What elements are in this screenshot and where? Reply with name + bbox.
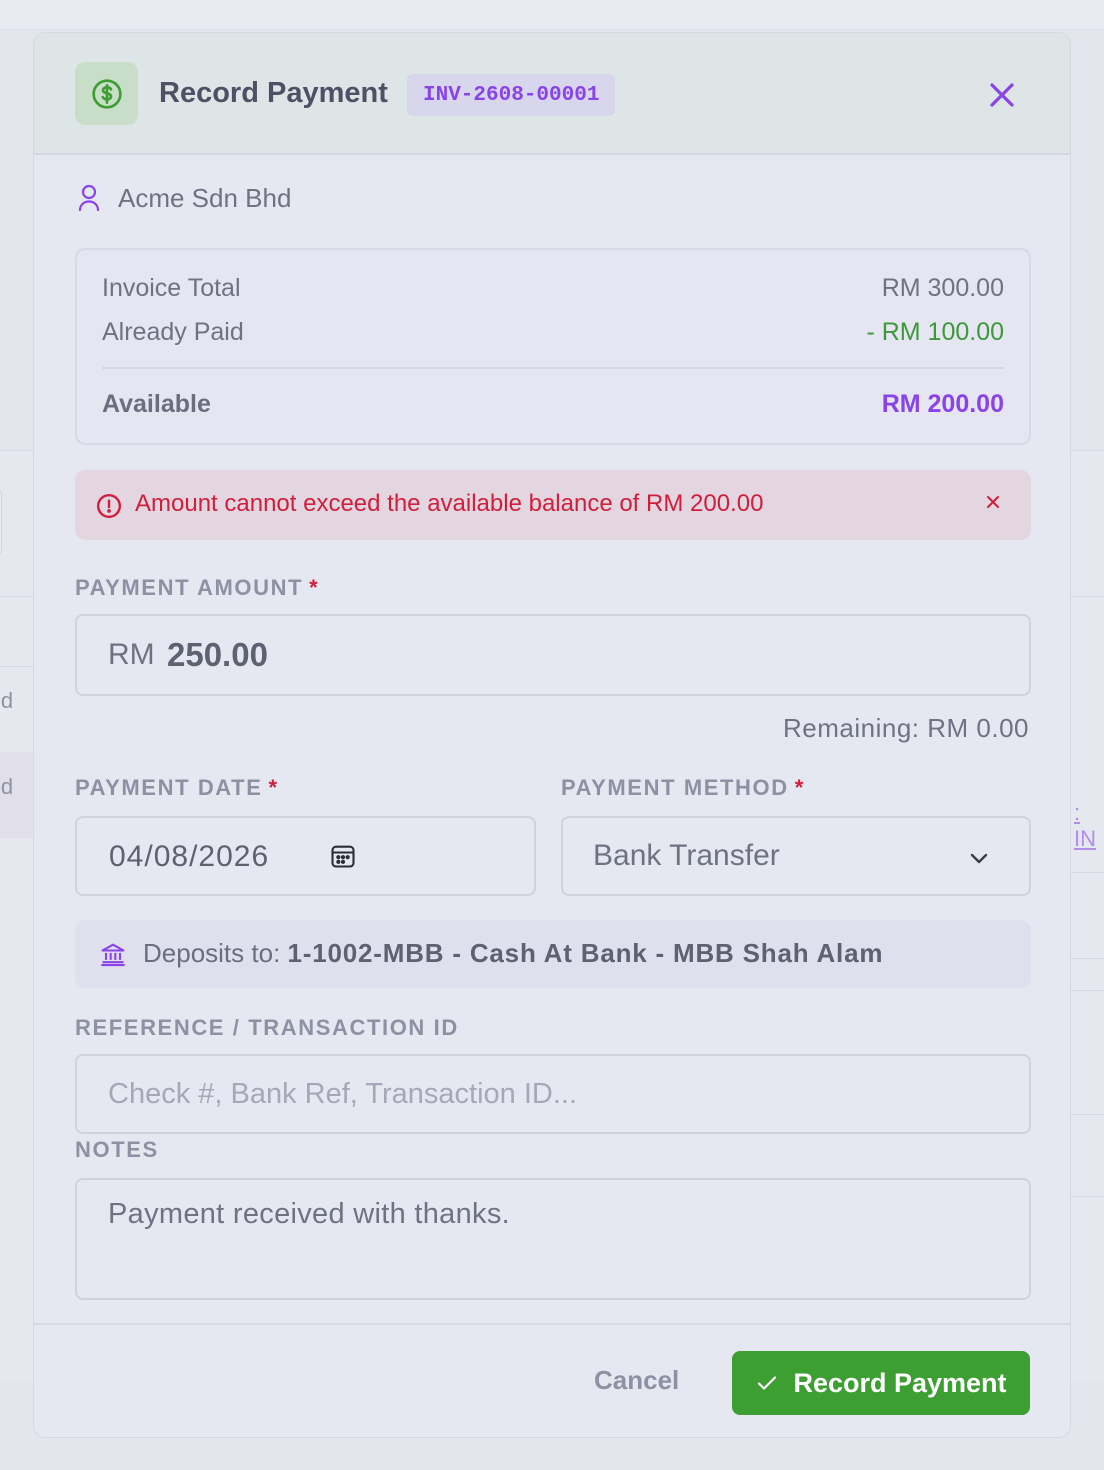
deposit-label-text: Deposits to:	[143, 938, 288, 968]
deposit-label: Deposits to: 1-1002-MBB - Cash At Bank -…	[143, 938, 883, 969]
notes-label: NOTES	[75, 1137, 159, 1162]
notes-value: Payment received with thanks.	[108, 1198, 510, 1230]
payment-method-value: Bank Transfer	[593, 839, 780, 872]
payment-date-label-text: PAYMENT DATE	[75, 775, 263, 800]
background-divider	[0, 596, 34, 597]
error-alert: Amount cannot exceed the available balan…	[75, 470, 1031, 540]
background-divider	[1071, 1114, 1104, 1115]
bank-icon	[101, 943, 125, 967]
payment-method-label: PAYMENT METHOD *	[561, 775, 805, 801]
deposit-account-info: Deposits to: 1-1002-MBB - Cash At Bank -…	[75, 920, 1031, 988]
reference-input[interactable]: Check #, Bank Ref, Transaction ID...	[75, 1054, 1031, 1134]
background-divider	[1071, 958, 1104, 959]
background-divider	[1071, 990, 1104, 991]
payment-method-select[interactable]: Bank Transfer	[561, 816, 1031, 896]
modal-title: Record Payment	[159, 77, 388, 109]
currency-prefix: RM	[108, 638, 155, 671]
record-payment-modal: Record Payment INV-2608-00001 Acme Sdn B…	[33, 32, 1071, 1438]
modal-header: Record Payment INV-2608-00001	[34, 33, 1070, 155]
payment-amount-label: PAYMENT AMOUNT *	[75, 575, 319, 601]
modal-footer: Cancel Record Payment	[34, 1323, 1070, 1437]
required-marker: *	[268, 775, 279, 800]
invoice-total-row: Invoice Total RM 300.00	[102, 274, 1004, 303]
reference-placeholder: Check #, Bank Ref, Transaction ID...	[108, 1078, 578, 1110]
background-divider	[1071, 596, 1104, 597]
deposit-account: 1-1002-MBB - Cash At Bank - MBB Shah Ala…	[287, 938, 884, 968]
user-icon	[78, 184, 100, 212]
record-payment-button[interactable]: Record Payment	[732, 1351, 1030, 1415]
close-icon	[987, 496, 999, 508]
cancel-button[interactable]: Cancel	[594, 1365, 679, 1396]
available-value: RM 200.00	[881, 390, 1004, 418]
background-divider	[1071, 872, 1104, 873]
payment-method-label-text: PAYMENT METHOD	[561, 775, 789, 800]
reference-label: REFERENCE / TRANSACTION ID	[75, 1015, 459, 1040]
background-top-bar	[0, 0, 1104, 30]
payment-date-label: PAYMENT DATE *	[75, 775, 279, 801]
alert-dismiss-button[interactable]	[983, 492, 1003, 512]
customer-name: Acme Sdn Bhd	[118, 182, 292, 213]
payment-date-value: 04/08/2026	[109, 840, 270, 873]
check-icon	[758, 1376, 777, 1390]
remaining-balance: Remaining: RM 0.00	[783, 713, 1029, 743]
background-divider	[1071, 1196, 1104, 1197]
payment-amount-value: 250.00	[167, 636, 268, 673]
invoice-total-label: Invoice Total	[102, 274, 241, 302]
already-paid-value: - RM 100.00	[866, 318, 1004, 346]
background-text: id	[0, 688, 14, 713]
background-divider	[0, 666, 34, 667]
background-box	[0, 490, 2, 554]
payment-amount-input[interactable]: RM 250.00	[75, 614, 1031, 696]
alert-message: Amount cannot exceed the available balan…	[135, 490, 764, 517]
chevron-down-icon	[970, 853, 988, 864]
alert-circle-icon	[96, 493, 122, 519]
available-row: Available RM 200.00	[102, 390, 1004, 419]
payment-amount-label-text: PAYMENT AMOUNT	[75, 575, 304, 600]
close-icon	[990, 83, 1014, 107]
required-marker: *	[309, 575, 320, 600]
header-icon-box	[75, 62, 138, 125]
payment-date-input[interactable]: 04/08/2026	[75, 816, 536, 896]
calendar-icon[interactable]	[329, 842, 357, 870]
invoice-number-badge: INV-2608-00001	[407, 74, 616, 116]
customer-info: Acme Sdn Bhd	[78, 183, 291, 213]
already-paid-row: Already Paid - RM 100.00	[102, 318, 1004, 347]
available-label: Available	[102, 390, 211, 418]
background-link[interactable]: : IN	[1074, 800, 1104, 852]
summary-divider	[102, 367, 1004, 369]
already-paid-label: Already Paid	[102, 318, 244, 346]
invoice-total-value: RM 300.00	[881, 274, 1004, 302]
required-marker: *	[794, 775, 805, 800]
notes-textarea[interactable]: Payment received with thanks.	[75, 1178, 1031, 1300]
payment-summary: Invoice Total RM 300.00 Already Paid - R…	[75, 248, 1031, 445]
dollar-circle-icon	[91, 78, 122, 109]
background-text: id	[0, 774, 14, 799]
record-payment-button-label: Record Payment	[793, 1367, 1007, 1398]
close-button[interactable]	[987, 80, 1017, 110]
